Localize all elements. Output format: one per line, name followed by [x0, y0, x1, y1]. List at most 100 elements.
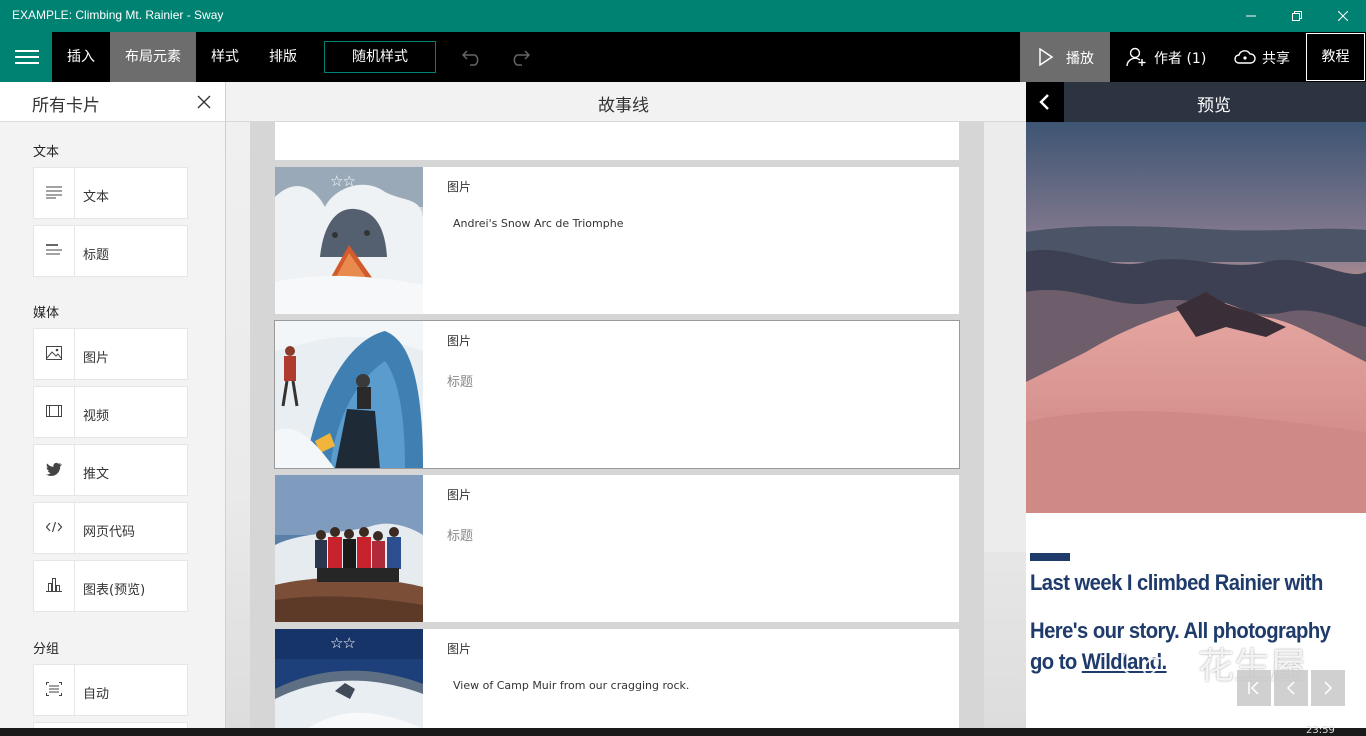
twitter-bird-icon	[46, 462, 62, 476]
card-heading[interactable]: 标题	[33, 225, 188, 277]
card-auto-label: 自动	[83, 687, 110, 702]
card-text-label: 文本	[83, 190, 110, 205]
author-button[interactable]: 作者 (1)	[1124, 32, 1220, 82]
redo-button[interactable]	[508, 47, 531, 67]
auto-group-icon	[46, 682, 62, 696]
preview-header: 预览	[1026, 82, 1366, 122]
chevron-left-icon	[1286, 681, 1295, 695]
card-thumbnail[interactable]: ☆☆	[275, 629, 423, 736]
storyline-title: 故事线	[598, 96, 649, 116]
storyline-panel: 故事线 ☆☆ 图片 Andrei's Snow Arc de Triomphe	[226, 82, 1026, 736]
preview-back-button[interactable]	[1026, 82, 1064, 122]
chevron-left-icon	[1039, 94, 1049, 110]
storyline-card-top-partial[interactable]	[274, 122, 960, 161]
preview-body-line3-prefix: go to	[1030, 649, 1082, 674]
tutorial-button[interactable]: 教程	[1306, 33, 1365, 81]
share-label: 共享	[1262, 51, 1290, 67]
card-tweet-label: 推文	[83, 467, 110, 482]
close-button[interactable]	[1320, 0, 1366, 32]
card-caption[interactable]: Andrei's Snow Arc de Triomphe	[453, 217, 623, 230]
card-caption-placeholder[interactable]: 标题	[447, 525, 473, 544]
preview-accent-bar	[1030, 553, 1070, 561]
minimize-icon	[1246, 15, 1256, 17]
section-media-heading: 媒体	[33, 306, 60, 321]
toolbar: 插入 布局元素 样式 排版 随机样式 播放 作者 (1) 共享 教程	[0, 32, 1366, 82]
restore-button[interactable]	[1274, 0, 1320, 32]
storyline-card[interactable]: ☆☆ 图片 View of Camp Muir from our craggin…	[274, 628, 960, 736]
preview-title: 预览	[1197, 96, 1231, 116]
card-chart-icon-box	[34, 561, 75, 611]
play-button[interactable]: 播放	[1020, 32, 1110, 82]
card-image-label: 图片	[83, 351, 110, 366]
heading-icon	[46, 244, 62, 255]
menu-button[interactable]	[0, 32, 52, 82]
section-group-heading: 分组	[33, 642, 60, 657]
tab-styles[interactable]: 样式	[196, 32, 254, 82]
card-tweet-icon-box	[34, 445, 75, 495]
close-icon	[1338, 11, 1348, 21]
text-lines-icon	[46, 186, 62, 199]
undo-icon	[461, 50, 479, 66]
card-caption-placeholder[interactable]: 标题	[447, 371, 473, 390]
card-text[interactable]: 文本	[33, 167, 188, 219]
card-video[interactable]: 视频	[33, 386, 188, 438]
card-chart[interactable]: 图表(预览)	[33, 560, 188, 612]
rating-stars-icon[interactable]: ☆☆	[330, 634, 356, 652]
card-type-label: 图片	[447, 488, 472, 502]
storyline-card[interactable]: ☆☆ 图片 Andrei's Snow Arc de Triomphe	[274, 166, 960, 315]
play-label: 播放	[1066, 51, 1094, 67]
card-video-label: 视频	[83, 409, 110, 424]
card-embed-label: 网页代码	[83, 525, 136, 540]
preview-panel: 预览 Last week I climbed Rainier with Here…	[1026, 82, 1366, 736]
card-heading-icon-box	[34, 226, 75, 276]
card-heading-label: 标题	[83, 248, 110, 263]
window-title: EXAMPLE: Climbing Mt. Rainier - Sway	[12, 8, 224, 22]
close-panel-icon[interactable]	[197, 95, 211, 109]
rainier-sunset-photo	[1026, 122, 1366, 513]
preview-previous-button[interactable]	[1274, 670, 1308, 706]
section-text-heading: 文本	[33, 145, 60, 160]
card-thumbnail[interactable]	[275, 475, 423, 622]
undo-button[interactable]	[461, 47, 484, 67]
all-cards-panel: 所有卡片 文本 文本 标题 媒体 图片 视频 推文 网页代码 图表(预览) 分组…	[0, 82, 226, 736]
video-film-icon	[46, 405, 62, 417]
card-thumbnail[interactable]: ☆☆	[275, 167, 423, 314]
author-label: 作者 (1)	[1154, 51, 1207, 67]
preview-heading-line1: Last week I climbed Rainier with	[1030, 570, 1323, 595]
add-person-icon	[1126, 47, 1146, 67]
card-type-label: 图片	[447, 334, 472, 348]
taskbar-clock: 23:59	[1306, 725, 1335, 736]
play-icon	[1039, 48, 1054, 66]
skip-start-icon	[1248, 681, 1259, 695]
preview-next-button[interactable]	[1311, 670, 1345, 706]
hamburger-icon	[15, 50, 39, 52]
card-embed[interactable]: 网页代码	[33, 502, 188, 554]
taskbar-strip: 23:59	[0, 725, 1366, 736]
card-type-label: 图片	[447, 180, 472, 194]
blue-tent-photo	[275, 321, 423, 468]
card-thumbnail[interactable]	[275, 321, 423, 468]
card-tweet[interactable]: 推文	[33, 444, 188, 496]
tab-layout-elements[interactable]: 布局元素	[110, 32, 196, 82]
storyline-card[interactable]: 图片 标题	[274, 474, 960, 623]
share-cloud-icon	[1234, 50, 1256, 64]
random-style-button[interactable]: 随机样式	[324, 41, 436, 73]
card-auto[interactable]: 自动	[33, 664, 188, 716]
tab-layout[interactable]: 排版	[254, 32, 312, 82]
preview-first-button[interactable]	[1237, 670, 1271, 706]
group-photo	[275, 475, 423, 622]
all-cards-header: 所有卡片	[0, 82, 225, 122]
image-icon	[46, 346, 62, 360]
card-text-icon-box	[34, 168, 75, 218]
card-caption[interactable]: View of Camp Muir from our cragging rock…	[453, 679, 689, 692]
storyline-card[interactable]: 图片 标题	[274, 320, 960, 469]
rating-stars-icon[interactable]: ☆☆	[330, 172, 356, 190]
card-image-icon-box	[34, 329, 75, 379]
wechat-watermark-icon	[1121, 646, 1173, 681]
tab-insert[interactable]: 插入	[52, 32, 110, 82]
code-icon	[46, 521, 62, 533]
share-button[interactable]: 共享	[1232, 32, 1302, 82]
minimize-button[interactable]	[1228, 0, 1274, 32]
card-video-icon-box	[34, 387, 75, 437]
card-image[interactable]: 图片	[33, 328, 188, 380]
